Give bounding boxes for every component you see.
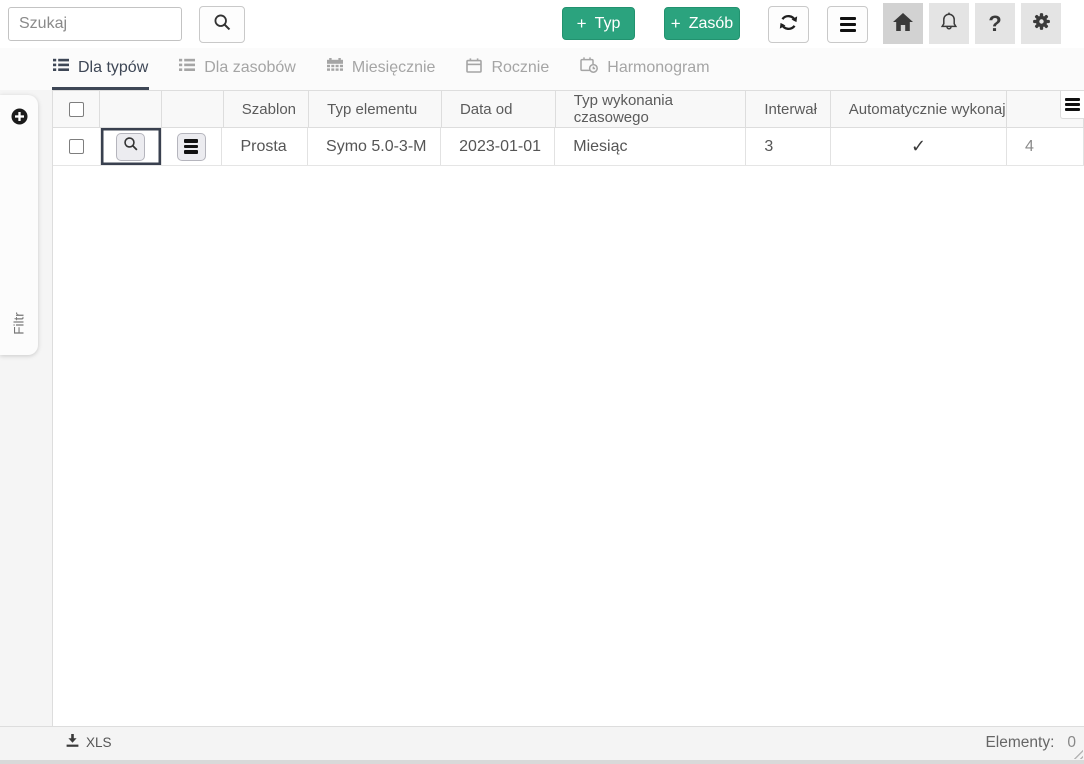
help-button[interactable]: ?: [975, 3, 1015, 44]
notifications-button[interactable]: [929, 3, 969, 44]
add-typ-button[interactable]: + Typ: [562, 7, 635, 40]
xls-label: XLS: [86, 735, 112, 750]
menu-icon: [184, 137, 199, 156]
header-cell-typ-elementu[interactable]: Typ elementu: [309, 91, 442, 127]
plus-circle-icon[interactable]: [11, 108, 28, 129]
header-cell-typ-wykonania[interactable]: Typ wykonania czasowego: [556, 91, 747, 127]
tab-dla-typow[interactable]: Dla typów: [52, 48, 150, 90]
tab-label: Rocznie: [491, 58, 550, 76]
header-select-cell: [53, 91, 101, 127]
cell-trailing: 4: [1007, 128, 1084, 165]
tab-label: Miesięcznie: [351, 58, 436, 76]
elements-label: Elementy:: [985, 734, 1055, 751]
header-cell-szablon[interactable]: Szablon: [224, 91, 310, 127]
table-row[interactable]: Prosta Symo 5.0-3-M 2023-01-01 Miesiąc 3…: [53, 128, 1084, 166]
tab-label: Harmonogram: [607, 58, 710, 76]
row-detail-cell: [101, 128, 162, 165]
download-icon: [66, 734, 79, 751]
list-icon: [53, 58, 69, 77]
question-icon: ?: [988, 10, 1002, 36]
filter-panel: Filtr: [0, 95, 38, 355]
search-input[interactable]: [8, 7, 182, 41]
window-bottom-edge: [0, 760, 1084, 764]
select-all-checkbox[interactable]: [68, 101, 84, 117]
tab-label: Dla zasobów: [204, 58, 296, 76]
cell-automatycznie: ✓: [831, 128, 1007, 165]
column-selector-button[interactable]: [1060, 91, 1084, 119]
home-icon: [893, 12, 913, 35]
menu-icon: [1065, 96, 1080, 113]
view-tabs: Dla typów Dla zasobów Miesięcznie Roczni…: [0, 48, 1084, 90]
header-cell: [162, 91, 224, 127]
row-menu-cell: [162, 128, 223, 165]
settings-button[interactable]: [1021, 3, 1061, 44]
refresh-button[interactable]: [768, 6, 809, 43]
tab-rocznie[interactable]: Rocznie: [465, 48, 550, 90]
header-cell: [100, 91, 163, 127]
add-zasob-label: Zasób: [688, 14, 734, 32]
app-menu-button[interactable]: [827, 6, 868, 43]
header-cell-data-od[interactable]: Data od: [442, 91, 556, 127]
tab-label: Dla typów: [78, 58, 149, 76]
elements-count: 0: [1067, 734, 1076, 751]
tab-dla-zasobow[interactable]: Dla zasobów: [178, 48, 297, 90]
add-typ-label: Typ: [594, 14, 621, 32]
header-cell-automatycznie[interactable]: Automatycznie wykonaj: [831, 91, 1008, 127]
list-icon: [179, 58, 196, 77]
bell-icon: [939, 11, 959, 36]
cell-typ-wykonania: Miesiąc: [555, 128, 747, 165]
filter-panel-label[interactable]: Filtr: [12, 305, 27, 343]
row-checkbox[interactable]: [68, 139, 84, 154]
grid-footer: XLS Elementy: 0: [0, 726, 1084, 760]
calendar-filled-icon: [326, 57, 343, 78]
header-cell-interwal[interactable]: Interwał: [746, 91, 831, 127]
plus-icon: +: [670, 14, 681, 33]
row-menu-button[interactable]: [176, 132, 206, 161]
refresh-icon: [777, 11, 800, 38]
cell-data-od: 2023-01-01: [441, 128, 556, 165]
row-search-button[interactable]: [116, 132, 146, 161]
cell-interwal: 3: [746, 128, 832, 165]
plus-icon: +: [576, 14, 587, 33]
search-icon: [123, 136, 139, 157]
check-icon: ✓: [910, 136, 927, 156]
calendar-clock-icon: [580, 57, 599, 78]
elements-counter: Elementy: 0: [985, 734, 1076, 752]
search-icon: [213, 13, 232, 36]
cell-szablon: Prosta: [222, 128, 309, 165]
search-button[interactable]: [199, 6, 245, 43]
home-button[interactable]: [883, 3, 923, 44]
export-xls-button[interactable]: XLS: [66, 734, 112, 751]
tab-harmonogram[interactable]: Harmonogram: [579, 48, 710, 90]
cell-typ-elementu: Symo 5.0-3-M: [308, 128, 442, 165]
grid-header-row: Szablon Typ elementu Data od Typ wykonan…: [53, 91, 1084, 128]
calendar-icon: [466, 57, 483, 78]
add-zasob-button[interactable]: + Zasób: [664, 7, 740, 40]
top-toolbar: + Typ + Zasób ?: [0, 0, 1084, 48]
row-select-cell: [53, 128, 101, 165]
gear-icon: [1031, 11, 1052, 36]
menu-icon: [839, 14, 856, 35]
data-grid: Szablon Typ elementu Data od Typ wykonan…: [52, 90, 1084, 726]
tab-miesiecznie[interactable]: Miesięcznie: [326, 48, 437, 90]
